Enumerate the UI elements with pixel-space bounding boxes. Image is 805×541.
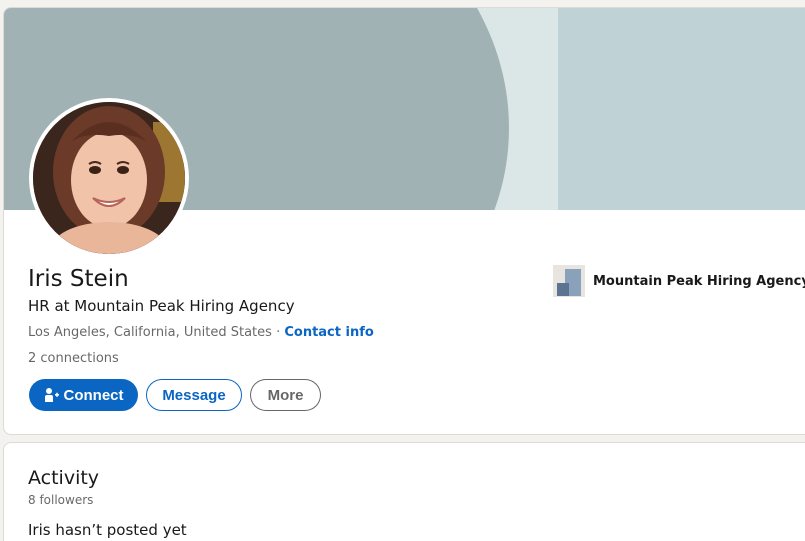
more-button-label: More — [267, 386, 304, 404]
company-name: Mountain Peak Hiring Agency — [593, 273, 805, 289]
profile-card: Iris Stein HR at Mountain Peak Hiring Ag… — [3, 7, 805, 435]
connect-button-label: Connect — [63, 386, 124, 404]
banner-right-panel — [558, 8, 805, 210]
message-button[interactable]: Message — [146, 379, 242, 411]
current-company[interactable]: Mountain Peak Hiring Agency — [553, 265, 805, 297]
avatar-portrait-illustration — [33, 102, 185, 254]
profile-avatar[interactable] — [29, 98, 189, 258]
profile-location-row: Los Angeles, California, United States ·… — [28, 325, 374, 340]
profile-name: Iris Stein — [28, 266, 129, 292]
contact-info-link[interactable]: Contact info — [284, 325, 373, 340]
connections-count[interactable]: 2 connections — [28, 351, 119, 366]
no-posts-message: Iris hasn’t posted yet — [28, 521, 187, 539]
add-person-icon — [44, 388, 59, 402]
message-button-label: Message — [162, 386, 226, 404]
connect-button[interactable]: Connect — [29, 379, 138, 411]
avatar-photo — [33, 102, 185, 254]
profile-location: Los Angeles, California, United States — [28, 325, 272, 340]
profile-headline: HR at Mountain Peak Hiring Agency — [28, 297, 295, 315]
followers-count: 8 followers — [28, 493, 94, 507]
location-separator: · — [271, 325, 285, 340]
activity-card: Activity 8 followers Iris hasn’t posted … — [3, 442, 805, 541]
company-logo — [553, 265, 585, 297]
more-button[interactable]: More — [250, 379, 321, 411]
activity-title: Activity — [28, 467, 100, 489]
